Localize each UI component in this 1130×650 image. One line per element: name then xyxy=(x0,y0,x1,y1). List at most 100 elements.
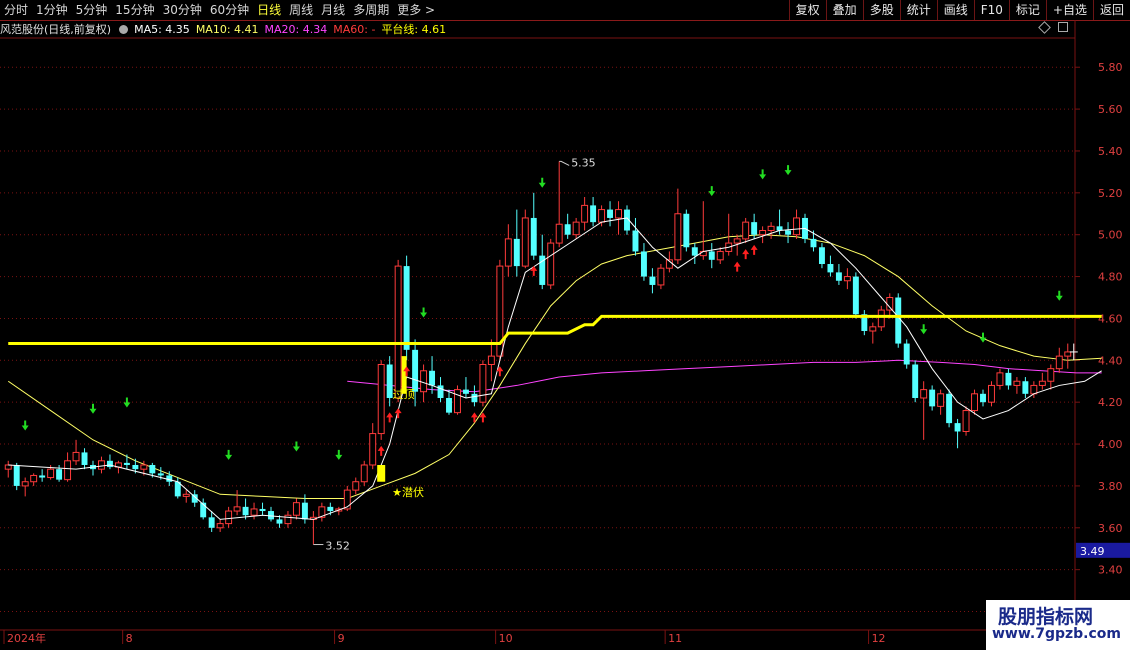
sell-arrow-icon xyxy=(21,420,29,431)
candle-body xyxy=(886,297,894,311)
extreme-label: 5.35 xyxy=(571,156,596,169)
candle-body xyxy=(988,384,995,403)
candle-body xyxy=(123,462,130,465)
sell-arrow-icon xyxy=(538,177,546,188)
candle-body xyxy=(454,389,461,414)
x-tick-label: 8 xyxy=(126,632,133,645)
candle-body xyxy=(250,508,258,516)
buy-arrow-icon xyxy=(377,445,385,456)
x-tick-label: 2024年 xyxy=(7,631,46,645)
signal-label: ★潜伏 xyxy=(392,485,424,499)
buy-arrow-icon xyxy=(386,412,394,423)
sell-arrow-icon xyxy=(335,449,343,460)
candle-body xyxy=(716,250,724,261)
sell-arrow-icon xyxy=(759,169,767,180)
candle-body xyxy=(827,264,834,273)
candle-body xyxy=(208,517,215,528)
sell-arrow-icon xyxy=(420,307,428,318)
candle-body xyxy=(412,349,419,392)
y-tick-label: 5.80 xyxy=(1098,61,1123,74)
x-tick-label: 10 xyxy=(499,632,513,645)
candle-body xyxy=(607,209,614,218)
candle-body xyxy=(691,247,698,256)
y-tick-label: 4.60 xyxy=(1098,312,1123,325)
candle-body xyxy=(1038,380,1046,386)
sell-arrow-icon xyxy=(123,397,131,408)
candle-body xyxy=(30,474,38,483)
platform-line xyxy=(8,314,1102,346)
candle-body xyxy=(946,393,953,424)
candle-body xyxy=(572,221,580,236)
buy-arrow-icon xyxy=(530,265,538,276)
breakout-marker xyxy=(377,464,386,482)
candle-body xyxy=(343,489,351,510)
candle-body xyxy=(479,363,487,403)
candle-body xyxy=(268,511,274,520)
candle-body xyxy=(292,502,300,516)
y-tick-label: 3.40 xyxy=(1098,564,1123,577)
candle-body xyxy=(225,510,233,525)
candle-body xyxy=(360,464,368,483)
candle-body xyxy=(742,221,750,240)
candle-body xyxy=(751,222,758,235)
y-tick-label: 5.60 xyxy=(1098,103,1123,116)
candle-body xyxy=(13,464,20,486)
sell-arrow-icon xyxy=(89,403,97,414)
candle-body xyxy=(547,242,555,286)
candle-body xyxy=(564,224,571,235)
y-tick-label: 4.80 xyxy=(1098,271,1123,284)
candle-body xyxy=(649,276,656,285)
candle-body xyxy=(1005,372,1012,386)
candle-body xyxy=(301,502,308,520)
candle-body xyxy=(157,473,164,476)
candle-body xyxy=(912,364,919,398)
candle-body xyxy=(954,423,961,432)
x-tick-label: 12 xyxy=(872,632,886,645)
candle-body xyxy=(233,506,241,512)
candle-body xyxy=(785,230,792,235)
sell-arrow-icon xyxy=(708,186,716,197)
candle-body xyxy=(504,238,512,267)
candle-body xyxy=(98,460,105,470)
candle-body xyxy=(429,370,436,386)
candle-body xyxy=(555,223,563,244)
candle-body xyxy=(521,217,529,267)
candle-body xyxy=(530,217,537,256)
candle-body xyxy=(284,514,292,525)
sell-arrow-icon xyxy=(920,324,928,335)
candle-body xyxy=(242,506,249,516)
candle-body xyxy=(869,326,877,332)
candle-body xyxy=(140,464,148,470)
y-tick-label: 3.80 xyxy=(1098,480,1123,493)
candle-body xyxy=(793,217,800,236)
candle-body xyxy=(759,230,767,236)
candle-body xyxy=(835,272,842,281)
candle-body xyxy=(877,309,885,328)
candle-body xyxy=(996,372,1004,386)
candle-body xyxy=(39,475,46,478)
y-tick-label: 4.00 xyxy=(1098,438,1123,451)
watermark-title: 股朋指标网 xyxy=(998,606,1094,628)
sell-arrow-icon xyxy=(225,449,233,460)
candle-body xyxy=(929,389,936,407)
candle-body xyxy=(352,481,360,491)
kline-chart[interactable]: 5.80 5.60 5.40 5.20 5.00 4.80 4.60 4.40 4.20 4.00… xyxy=(0,0,1130,650)
extreme-pointer xyxy=(559,160,570,166)
candle-body xyxy=(843,276,851,282)
candle-body xyxy=(1055,355,1063,370)
candle-body xyxy=(810,238,817,248)
candle-body xyxy=(971,393,978,412)
candle-body xyxy=(937,393,945,407)
x-tick-label: 9 xyxy=(338,632,345,645)
candle-body xyxy=(632,230,639,252)
candle-body xyxy=(1013,380,1021,386)
candle-body xyxy=(377,363,385,435)
buy-arrow-icon xyxy=(470,412,478,423)
candle-body xyxy=(657,267,665,286)
candle-body xyxy=(1064,351,1072,357)
candle-body xyxy=(708,251,715,260)
candle-body xyxy=(72,451,80,462)
watermark-url: www.7gpzb.com xyxy=(992,626,1122,642)
candle-body xyxy=(462,389,469,394)
ma5-line xyxy=(8,217,1102,520)
